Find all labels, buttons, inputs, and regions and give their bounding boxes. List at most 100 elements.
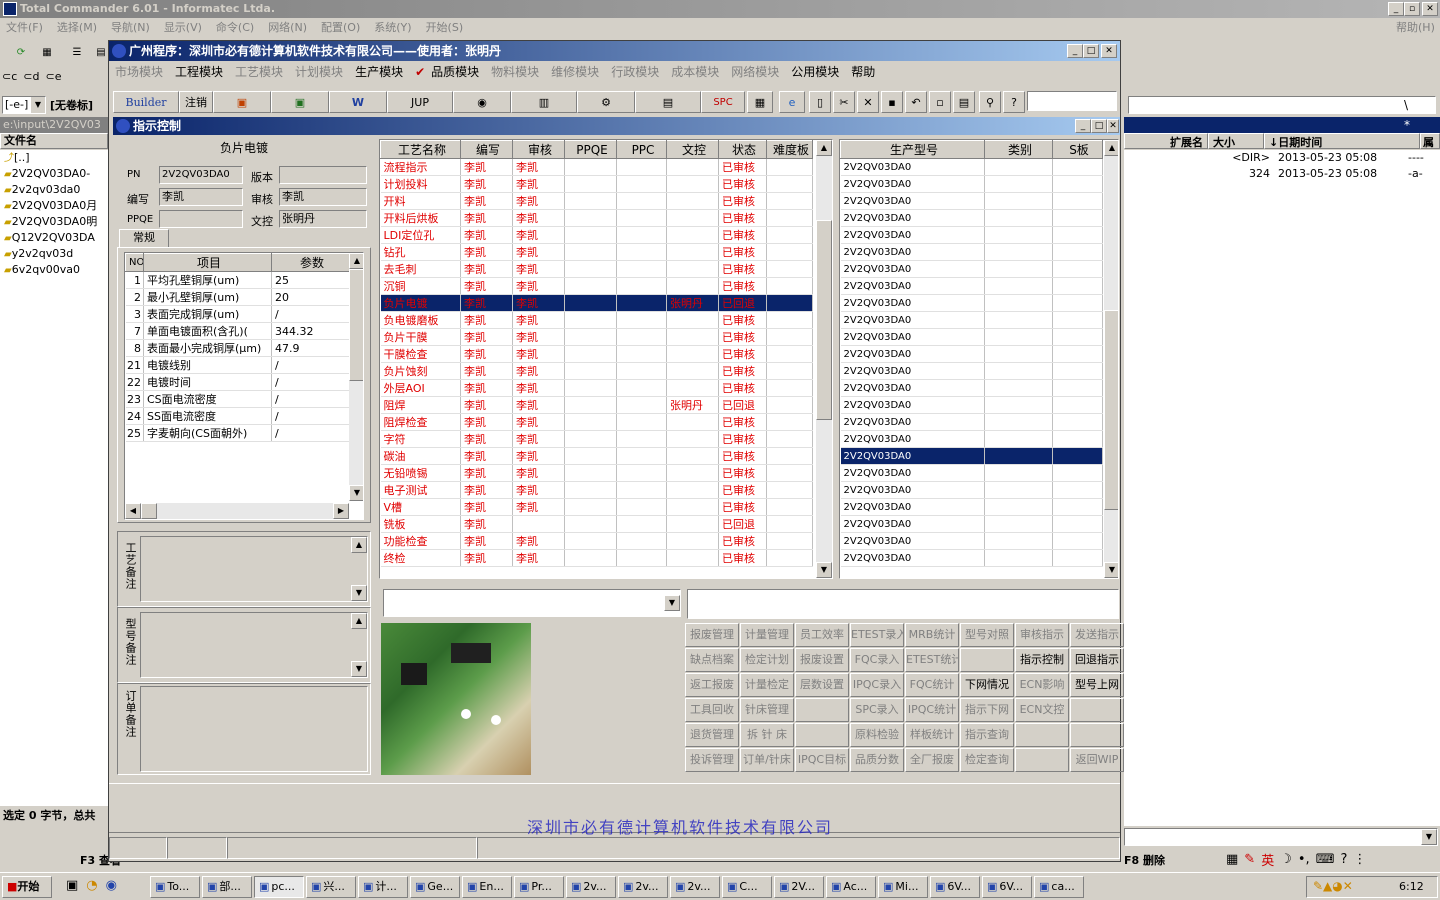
- col-date[interactable]: ↓日期时间: [1264, 133, 1420, 149]
- tc-menu-item[interactable]: 配置(O): [321, 21, 360, 34]
- model-col-header[interactable]: 生产型号: [840, 140, 985, 159]
- app-menu-item[interactable]: 工程模块: [175, 65, 223, 79]
- function-button[interactable]: [1015, 748, 1069, 772]
- file-row[interactable]: ▰6v2qv00va0: [0, 262, 108, 278]
- file-row[interactable]: ▰2V2QV03DA0明: [0, 214, 108, 230]
- model-row[interactable]: 2V2QV03DA0: [840, 498, 1103, 516]
- file-row[interactable]: ▰2V2QV03DA0-: [0, 166, 108, 182]
- hscroll-thumb[interactable]: [141, 503, 157, 519]
- drive-e-button[interactable]: ⊂e: [45, 70, 61, 88]
- function-button[interactable]: IPQC录入: [850, 673, 904, 697]
- taskbar-button[interactable]: ▣ 6V...: [930, 876, 980, 898]
- scroll-up-icon[interactable]: ▲: [816, 140, 832, 156]
- restore-button[interactable]: ▫: [1404, 2, 1420, 16]
- function-button[interactable]: 针床管理: [740, 698, 794, 722]
- model-row[interactable]: 2V2QV03DA0: [840, 328, 1103, 346]
- child-close-button[interactable]: ✕: [1107, 119, 1119, 133]
- tc-menu-item[interactable]: 命令(C): [216, 21, 254, 34]
- model-row[interactable]: 2V2QV03DA0: [840, 345, 1103, 363]
- model-row[interactable]: 2V2QV03DA0: [840, 175, 1103, 193]
- model-row[interactable]: 2V2QV03DA0: [840, 158, 1103, 176]
- function-button[interactable]: 员工效率: [795, 623, 849, 647]
- model-row[interactable]: 2V2QV03DA0: [840, 447, 1103, 465]
- function-button[interactable]: 缺点档案: [685, 648, 739, 672]
- process-row[interactable]: 负片蚀刻 李凯 李凯 已审核: [380, 362, 813, 380]
- model-row[interactable]: 2V2QV03DA0: [840, 515, 1103, 533]
- process-row[interactable]: 功能检查 李凯 李凯 已审核: [380, 532, 813, 550]
- param-row[interactable]: 7 单面电镀面积(含孔)(344.32: [125, 322, 350, 340]
- toolbar-combo[interactable]: [1027, 91, 1117, 111]
- word-icon[interactable]: W: [329, 91, 387, 113]
- model-row[interactable]: 2V2QV03DA0: [840, 481, 1103, 499]
- process-row[interactable]: 干膜检查 李凯 李凯 已审核: [380, 345, 813, 363]
- process-col-header[interactable]: 审核: [512, 140, 565, 159]
- function-button[interactable]: 退货管理: [685, 723, 739, 747]
- ie-icon[interactable]: e: [779, 91, 805, 113]
- scroll-up-icon[interactable]: ▲: [349, 253, 363, 269]
- model-row[interactable]: 2V2QV03DA0: [840, 362, 1103, 380]
- taskbar-button[interactable]: ▣ pc...: [254, 876, 304, 898]
- function-button[interactable]: 返工报废: [685, 673, 739, 697]
- function-button[interactable]: 品质分数: [850, 748, 904, 772]
- process-row[interactable]: 铣板 李凯 已回退: [380, 515, 813, 533]
- app-maximize-button[interactable]: □: [1083, 44, 1099, 58]
- right-filter-star[interactable]: *: [1404, 118, 1410, 132]
- taskbar-button[interactable]: ▣ Mi...: [878, 876, 928, 898]
- process-row[interactable]: 开料 李凯 李凯 已审核: [380, 192, 813, 210]
- tc-menu-item[interactable]: 系统(Y): [374, 21, 411, 34]
- taskbar-button[interactable]: ▣ 兴...: [306, 876, 356, 898]
- scroll-thumb[interactable]: [349, 269, 363, 381]
- file-row[interactable]: ▰y2v2qv03d: [0, 246, 108, 262]
- save-icon[interactable]: ▪: [881, 91, 903, 113]
- model-row[interactable]: 2V2QV03DA0: [840, 294, 1103, 312]
- model-row[interactable]: 2V2QV03DA0: [840, 226, 1103, 244]
- taskbar-button[interactable]: ▣ 2V...: [774, 876, 824, 898]
- child-maximize-button[interactable]: □: [1091, 119, 1107, 133]
- function-button[interactable]: 下网情况: [960, 673, 1014, 697]
- param-row[interactable]: 22 电镀时间 /: [125, 373, 350, 391]
- function-button[interactable]: 投诉管理: [685, 748, 739, 772]
- process-row[interactable]: 去毛刺 李凯 李凯 已审核: [380, 260, 813, 278]
- app-menu-item[interactable]: 生产模块: [355, 65, 403, 79]
- ime-menu-icon[interactable]: ⋮: [1353, 852, 1366, 867]
- file-row[interactable]: ⤴[..]: [0, 150, 108, 166]
- drive-d-button[interactable]: ⊂d: [23, 70, 39, 88]
- find-icon[interactable]: ⚲: [979, 91, 1001, 113]
- right-root-button[interactable]: \: [1404, 98, 1408, 112]
- right-drive-field[interactable]: [1128, 96, 1436, 114]
- tc-help-menu[interactable]: 帮助(H): [1396, 18, 1435, 38]
- scroll-left-icon[interactable]: ◀: [125, 503, 141, 519]
- print-icon[interactable]: ▤: [953, 91, 975, 113]
- process-col-header[interactable]: 文控: [666, 140, 719, 159]
- tc-menu-item[interactable]: 网络(N): [268, 21, 307, 34]
- param-row[interactable]: 21 电镀线别 /: [125, 356, 350, 374]
- undo-icon[interactable]: ↶: [905, 91, 927, 113]
- model-row[interactable]: 2V2QV03DA0: [840, 192, 1103, 210]
- author-field[interactable]: 李凯: [159, 188, 243, 206]
- process-row[interactable]: 开料后烘板 李凯 李凯 已审核: [380, 209, 813, 227]
- taskbar-button[interactable]: ▣ 6V...: [982, 876, 1032, 898]
- excel-icon[interactable]: ▣: [271, 91, 329, 113]
- model-row[interactable]: 2V2QV03DA0: [840, 396, 1103, 414]
- taskbar-button[interactable]: ▣ 2v...: [566, 876, 616, 898]
- function-button[interactable]: 型号上网: [1070, 673, 1124, 697]
- model-row[interactable]: 2V2QV03DA0: [840, 243, 1103, 261]
- taskbar-button[interactable]: ▣ Ac...: [826, 876, 876, 898]
- function-button[interactable]: 报废设置: [795, 648, 849, 672]
- app-menu-item[interactable]: 工艺模块: [235, 65, 283, 79]
- function-button[interactable]: ECN文控: [1015, 698, 1069, 722]
- model-row[interactable]: 2V2QV03DA0: [840, 430, 1103, 448]
- control-field[interactable]: 张明丹: [279, 210, 367, 228]
- model-row[interactable]: 2V2QV03DA0: [840, 277, 1103, 295]
- app-menu-item[interactable]: 维修模块: [551, 65, 599, 79]
- function-button[interactable]: MRB统计: [905, 623, 959, 647]
- function-button[interactable]: 指示控制: [1015, 648, 1069, 672]
- left-column-header[interactable]: 文件名: [0, 133, 108, 149]
- printer-icon[interactable]: ▤: [635, 91, 701, 113]
- param-row[interactable]: 2 最小孔壁铜厚(um) 20: [125, 288, 350, 306]
- punct-icon[interactable]: •,: [1298, 852, 1310, 867]
- function-button[interactable]: 审核指示: [1015, 623, 1069, 647]
- function-button[interactable]: [1070, 723, 1124, 747]
- builder-button[interactable]: Builder: [113, 91, 179, 113]
- process-row[interactable]: 负电镀磨板 李凯 李凯 已审核: [380, 311, 813, 329]
